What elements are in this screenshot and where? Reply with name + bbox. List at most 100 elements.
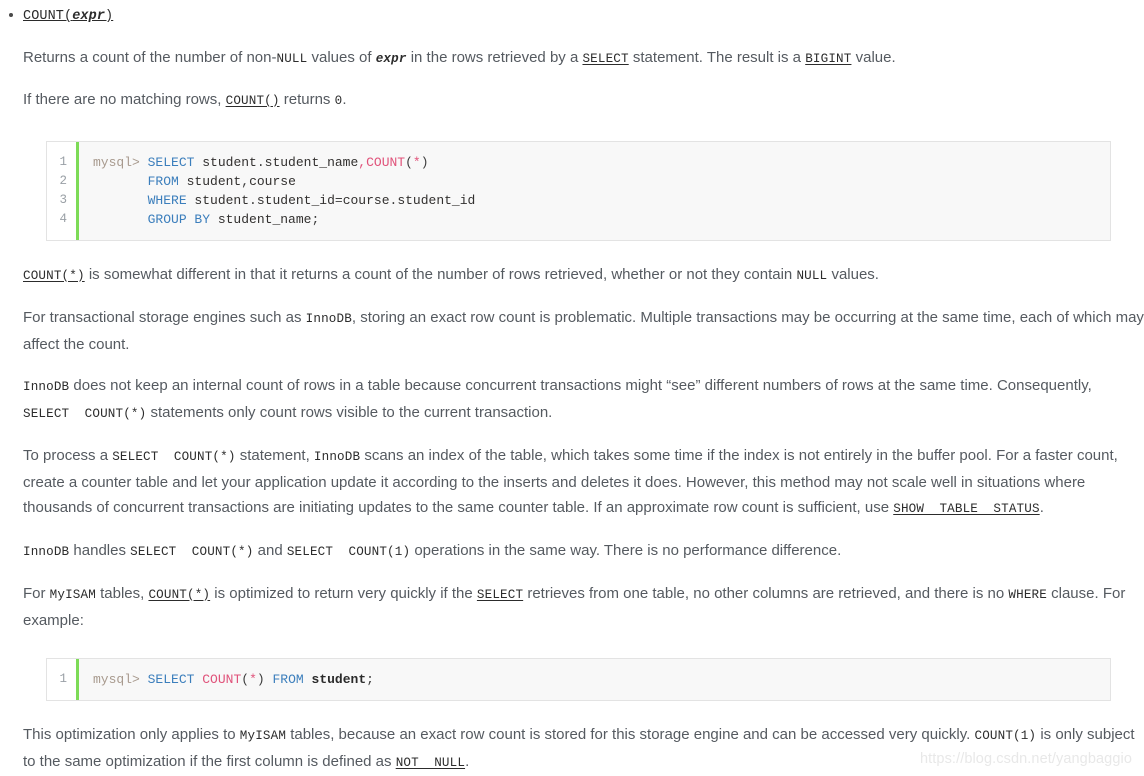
code-token: student_name: [264, 154, 359, 170]
code-block-count-star-example: 1 mysql> SELECT COUNT(*) FROM student;: [46, 657, 1111, 701]
line-number: 4: [59, 211, 67, 226]
select-link[interactable]: SELECT: [582, 52, 628, 66]
myisam-keyword-1: MyISAM: [49, 587, 96, 602]
code-token: student: [202, 154, 257, 170]
code-token: student: [178, 173, 242, 189]
code-token: mysql>: [93, 154, 148, 170]
show-table-status-link[interactable]: SHOW TABLE STATUS: [893, 502, 1039, 516]
watermark-blog-url: https://blog.csdn.net/yangbaggio: [920, 750, 1132, 767]
line-number: 1: [59, 154, 67, 169]
not-null-link[interactable]: NOT NULL: [396, 756, 465, 770]
code-block-group-by-example: 1234 mysql> SELECT student.student_name,…: [46, 140, 1111, 241]
count-expr-link[interactable]: COUNT(expr): [23, 4, 113, 28]
innodb-keyword-1: InnoDB: [305, 311, 352, 326]
p8-text-c: is optimized to return very quickly if t…: [210, 584, 477, 602]
code-token: student: [311, 671, 367, 687]
count-expr-prefix: COUNT(: [23, 9, 73, 24]
line-number: 1: [59, 671, 67, 686]
paragraph-transactional-engines: For transactional storage engines such a…: [0, 305, 1144, 357]
code-token: ,: [358, 154, 367, 170]
line-number-gutter: 1 2 3 4: [47, 141, 79, 240]
p7-text-a: handles: [69, 541, 131, 559]
p1-text-b: values of: [307, 48, 376, 66]
code-token: .: [256, 154, 265, 170]
code-token: SELECT: [147, 154, 195, 170]
code-token: student_name: [210, 211, 312, 227]
paragraph-to-process-select-count: To process a SELECT COUNT(*) statement, …: [0, 443, 1144, 522]
code-token: COUNT: [202, 671, 242, 687]
count-star-link-2[interactable]: COUNT(*): [148, 588, 210, 602]
innodb-keyword-3: InnoDB: [313, 449, 361, 464]
p8-text-a: For: [23, 584, 50, 602]
p2-text-c: .: [342, 90, 347, 108]
code-token: WHERE: [147, 192, 187, 208]
count-one-keyword: COUNT(1): [974, 728, 1037, 743]
code-token: student: [186, 192, 250, 208]
code-token: ): [420, 154, 429, 170]
documentation-page: COUNT(expr) Returns a count of the numbe…: [0, 4, 1144, 776]
code-token: ;: [366, 671, 374, 687]
count-expr-argument: expr: [72, 9, 106, 24]
line-number: 3: [59, 192, 67, 207]
p2-text-b: returns: [279, 90, 335, 108]
p1-text-e: value.: [851, 48, 896, 66]
count-empty-link[interactable]: COUNT(): [226, 94, 280, 108]
code-token: *: [249, 671, 257, 687]
select-link-2[interactable]: SELECT: [477, 588, 523, 602]
code-token: ;: [311, 211, 320, 227]
p2-text-a: If there are no matching rows,: [23, 90, 226, 108]
null-keyword-2: NULL: [796, 268, 828, 283]
bullet-item-count-expr: COUNT(expr): [0, 4, 1144, 28]
p5-text-a: does not keep an internal count of rows …: [69, 376, 1092, 394]
code-token: ): [256, 671, 273, 687]
code-token: GROUP BY: [147, 211, 211, 227]
code-token: FROM: [147, 173, 179, 189]
paragraph-count-star-different: COUNT(*) is somewhat different in that i…: [0, 262, 1144, 289]
innodb-keyword-4: InnoDB: [23, 544, 70, 559]
select-count-star-1: SELECT COUNT(*): [23, 406, 147, 421]
paragraph-returns-count: Returns a count of the number of non-NUL…: [0, 45, 1144, 72]
code-token: mysql>: [93, 671, 148, 687]
code-token: (: [405, 154, 413, 170]
code-token: *: [412, 154, 421, 170]
p7-text-c: operations in the same way. There is no …: [410, 541, 842, 559]
bullet-dot-icon: [9, 13, 13, 17]
line-number-gutter-2: 1: [47, 658, 79, 700]
expr-argument: expr: [375, 51, 407, 66]
p8-text-b: tables,: [95, 584, 149, 602]
p1-text-a: Returns a count of the number of non-: [23, 48, 277, 66]
count-expr-suffix: ): [105, 9, 114, 24]
p1-text-d: statement. The result is a: [628, 48, 806, 66]
code-content-2[interactable]: mysql> SELECT COUNT(*) FROM student;: [79, 659, 1110, 700]
where-keyword: WHERE: [1008, 587, 1047, 602]
code-token: course: [342, 192, 390, 208]
p4-text-a: For transactional storage engines such a…: [23, 308, 306, 326]
code-token: student_id: [256, 192, 335, 208]
p1-text-c: in the rows retrieved by a: [406, 48, 583, 66]
code-content[interactable]: mysql> SELECT student.student_name,COUNT…: [79, 142, 1110, 240]
line-number: 2: [59, 173, 67, 188]
code-token: ,: [241, 173, 250, 189]
code-token: student_id: [397, 192, 476, 208]
code-token: =: [334, 192, 343, 208]
p6-text-d: .: [1039, 498, 1044, 516]
p6-text-a: To process a: [23, 446, 113, 464]
bigint-link[interactable]: BIGINT: [805, 52, 851, 66]
code-token: .: [249, 192, 257, 208]
code-token: SELECT: [147, 671, 195, 687]
p7-text-b: and: [253, 541, 287, 559]
code-token: COUNT: [366, 154, 406, 170]
count-star-link-1[interactable]: COUNT(*): [23, 269, 85, 283]
select-count-one: SELECT COUNT(1): [286, 544, 411, 559]
myisam-keyword-2: MyISAM: [239, 728, 287, 743]
p3-text-b: values.: [827, 265, 879, 283]
null-keyword: NULL: [276, 51, 308, 66]
p9-text-b: tables, because an exact row count is st…: [286, 725, 975, 743]
p9-text-a: This optimization only applies to: [23, 725, 240, 743]
code-token: FROM: [272, 671, 304, 687]
paragraph-optimization-myisam-only: This optimization only applies to MyISAM…: [0, 722, 1144, 776]
